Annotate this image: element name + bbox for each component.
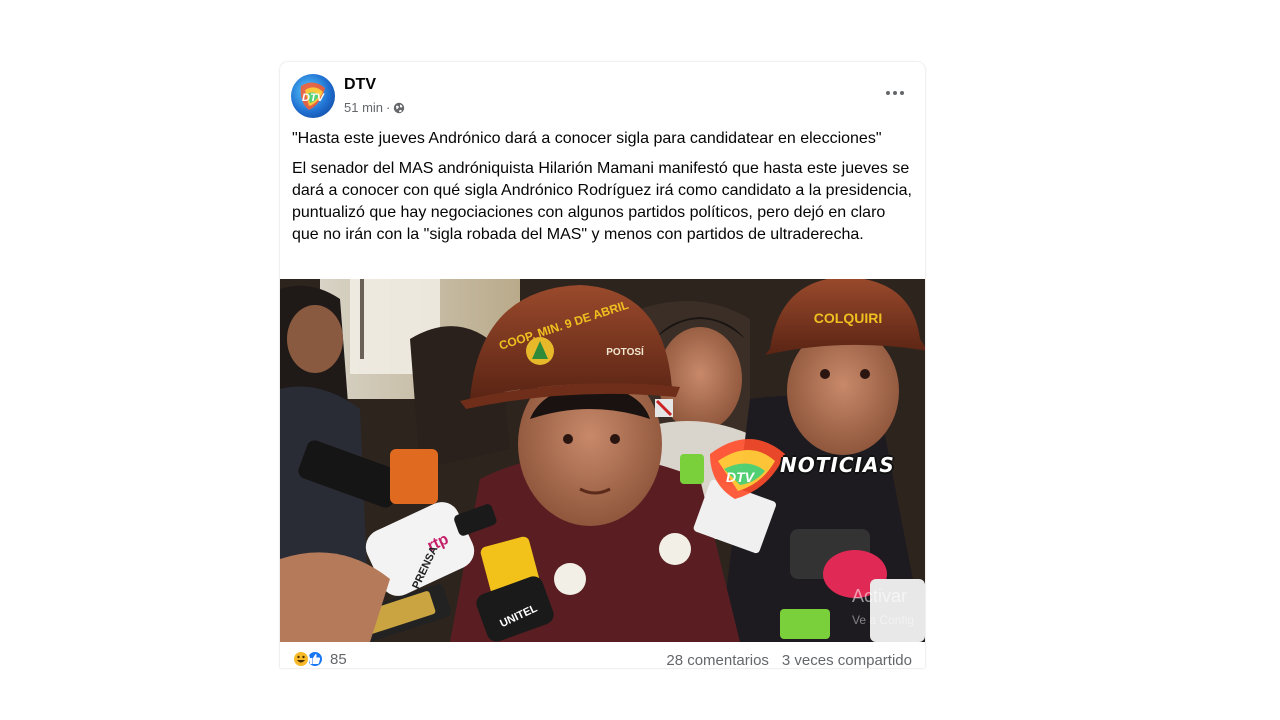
comments-count-link[interactable]: 28 comentarios (666, 652, 769, 668)
post-meta: 51 min · (344, 100, 405, 115)
post-body-text: El senador del MAS andróniquista Hilarió… (292, 160, 912, 243)
post-card: DTV DTV 51 min · "Hasta este jueves Andr… (280, 62, 925, 668)
more-dot (886, 91, 890, 95)
haha-icon (292, 650, 310, 668)
page-avatar[interactable]: DTV (291, 74, 335, 118)
post-timestamp[interactable]: 51 min (344, 100, 383, 115)
engagement-stats: 28 comentarios 3 veces compartido (666, 652, 912, 668)
more-dot (900, 91, 904, 95)
helmet-right-text: COLQUIRI (814, 310, 882, 326)
helmet-left-side-text: POTOSÍ (606, 345, 644, 358)
avatar-logo-text: DTV (302, 92, 326, 104)
globe-icon (394, 102, 405, 113)
post-footer: 85 28 comentarios 3 veces compartido (280, 642, 925, 668)
reaction-count: 85 (330, 650, 347, 668)
meta-separator: · (386, 100, 391, 115)
more-dot (893, 91, 897, 95)
more-options-button[interactable] (877, 78, 913, 108)
post-photo[interactable]: COLQUIRI COOP. MIN. 9 DE ABRIL POTOSÍ rt… (280, 279, 925, 642)
dtv-logo-icon: DTV (300, 82, 326, 110)
watermark-line-2: Ve a Config (852, 613, 915, 627)
reactions-summary[interactable]: 85 (292, 650, 347, 668)
post-header: DTV DTV 51 min · (280, 62, 925, 122)
stats-spacer (769, 652, 782, 668)
post-headline: "Hasta este jueves Andrónico dará a cono… (292, 130, 882, 147)
page-name-link[interactable]: DTV (344, 76, 376, 94)
shares-count-link[interactable]: 3 veces compartido (782, 652, 912, 668)
noticias-bug: NOTICIAS (780, 453, 895, 477)
photo-logo-text: DTV (726, 469, 756, 485)
watermark-line-1: Activar (852, 586, 908, 606)
